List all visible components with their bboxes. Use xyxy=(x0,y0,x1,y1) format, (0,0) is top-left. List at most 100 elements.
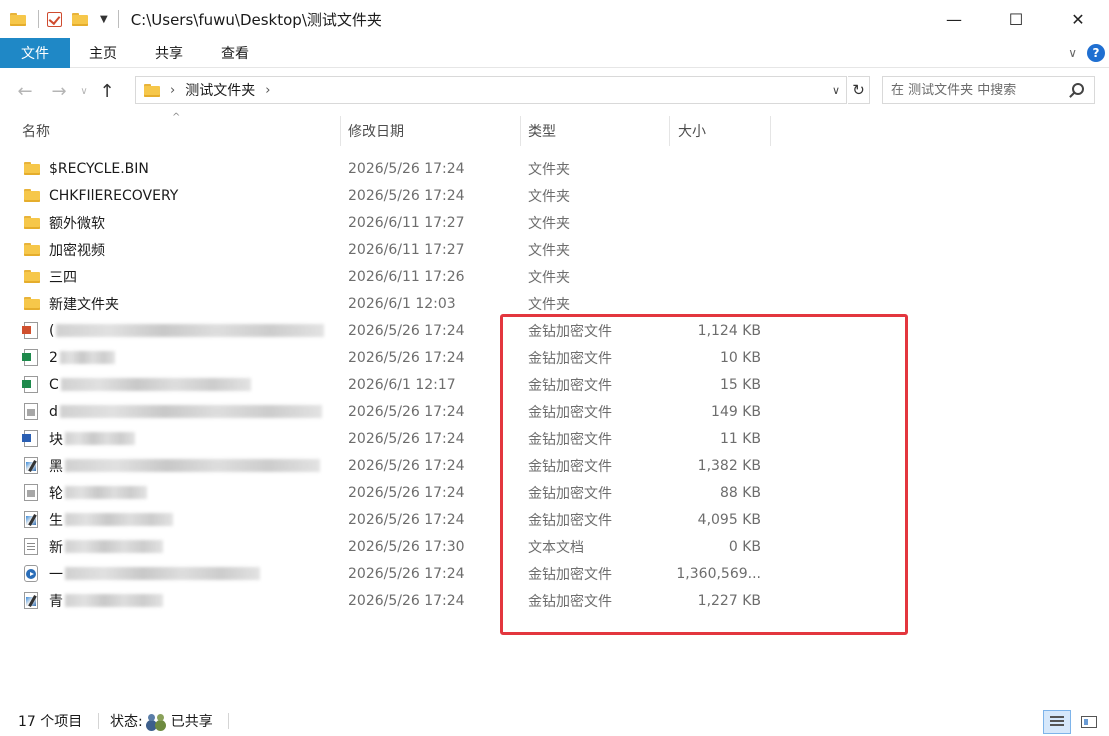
customize-toolbar-dropdown-icon[interactable]: ▼ xyxy=(100,14,108,25)
file-row[interactable]: 生 2026/5/26 17:24 金钻加密文件 4,095 KB xyxy=(0,506,1109,533)
column-header: ^ 名称 修改日期 类型 大小 xyxy=(0,112,1109,148)
file-row[interactable]: $RECYCLE.BIN 2026/5/26 17:24 文件夹 xyxy=(0,155,1109,182)
file-type: 金钻加密文件 xyxy=(528,377,612,394)
expand-ribbon-chevron-icon[interactable]: ∨ xyxy=(1068,46,1077,60)
excel-file-icon xyxy=(22,371,42,398)
file-date: 2026/6/11 17:26 xyxy=(348,268,465,285)
tab-share[interactable]: 共享 xyxy=(136,38,202,68)
file-date: 2026/5/26 17:24 xyxy=(348,457,465,474)
file-type: 金钻加密文件 xyxy=(528,512,612,529)
details-view-button[interactable] xyxy=(1043,710,1071,734)
column-name[interactable]: 名称 xyxy=(14,114,340,148)
maximize-button[interactable]: ☐ xyxy=(985,0,1047,38)
breadcrumb-item[interactable]: 测试文件夹 xyxy=(185,80,255,100)
file-size: 11 KB xyxy=(719,430,761,447)
file-name: $RECYCLE.BIN xyxy=(49,160,149,177)
file-row[interactable]: 额外微软 2026/6/11 17:27 文件夹 xyxy=(0,209,1109,236)
pdf-file-icon xyxy=(24,479,42,506)
properties-check-icon[interactable] xyxy=(47,11,62,27)
search-icon[interactable] xyxy=(1072,83,1084,95)
minimize-button[interactable]: — xyxy=(923,0,985,38)
video-file-icon xyxy=(24,560,42,587)
close-button[interactable]: ✕ xyxy=(1047,0,1109,38)
tab-file[interactable]: 文件 xyxy=(0,37,70,68)
file-date: 2026/5/26 17:24 xyxy=(348,484,465,501)
pdf-file-icon xyxy=(24,398,42,425)
file-name: CHKFIlERECOVERY xyxy=(49,187,179,204)
file-row[interactable]: CHKFIlERECOVERY 2026/5/26 17:24 文件夹 xyxy=(0,182,1109,209)
file-name: 块 xyxy=(49,425,135,452)
file-row[interactable]: ( 2026/5/26 17:24 金钻加密文件 1,124 KB xyxy=(0,317,1109,344)
window-title: C:\Users\fuwu\Desktop\测试文件夹 xyxy=(130,10,382,29)
file-size: 0 KB xyxy=(728,538,761,555)
details-view-icon xyxy=(1050,716,1064,728)
forward-button[interactable]: → xyxy=(42,76,76,106)
file-name: 轮 xyxy=(49,479,147,506)
file-size: 15 KB xyxy=(719,376,761,393)
image-file-icon xyxy=(24,452,42,479)
file-size: 4,095 KB xyxy=(697,511,761,528)
column-divider[interactable] xyxy=(770,116,771,146)
image-file-icon xyxy=(24,587,42,614)
file-row[interactable]: 2 2026/5/26 17:24 金钻加密文件 10 KB xyxy=(0,344,1109,371)
divider xyxy=(38,10,39,28)
file-size xyxy=(640,155,761,182)
folder-icon xyxy=(24,236,42,263)
new-folder-icon[interactable] xyxy=(72,12,88,26)
file-date: 2026/6/11 17:27 xyxy=(348,214,465,231)
text-file-icon xyxy=(24,533,42,560)
file-date: 2026/5/26 17:24 xyxy=(348,511,465,528)
column-size[interactable]: 大小 xyxy=(670,114,770,148)
file-row[interactable]: 黑 2026/5/26 17:24 金钻加密文件 1,382 KB xyxy=(0,452,1109,479)
ribbon-tabs: 文件 主页 共享 查看 ∨ ? xyxy=(0,37,1109,68)
tab-view[interactable]: 查看 xyxy=(202,38,268,68)
file-size xyxy=(640,182,761,209)
breadcrumb-separator-icon[interactable]: › xyxy=(170,83,175,98)
recent-locations-dropdown[interactable]: ∨ xyxy=(76,76,92,106)
address-dropdown-icon[interactable]: ∨ xyxy=(826,77,846,103)
file-row[interactable]: 一 2026/5/26 17:24 金钻加密文件 1,360,569... xyxy=(0,560,1109,587)
address-bar[interactable]: › 测试文件夹 › ∨ xyxy=(135,76,847,104)
file-row[interactable]: 轮 2026/5/26 17:24 金钻加密文件 88 KB xyxy=(0,479,1109,506)
file-type: 金钻加密文件 xyxy=(528,458,612,475)
file-row[interactable]: 加密视频 2026/6/11 17:27 文件夹 xyxy=(0,236,1109,263)
file-date: 2026/5/26 17:24 xyxy=(348,565,465,582)
file-row[interactable]: 新 2026/5/26 17:30 文本文档 0 KB xyxy=(0,533,1109,560)
folder-icon xyxy=(24,182,42,209)
divider xyxy=(228,713,229,729)
file-row[interactable]: d 2026/5/26 17:24 金钻加密文件 149 KB xyxy=(0,398,1109,425)
file-row[interactable]: 青 2026/5/26 17:24 金钻加密文件 1,227 KB xyxy=(0,587,1109,614)
folder-icon[interactable] xyxy=(10,12,26,26)
file-date: 2026/5/26 17:24 xyxy=(348,592,465,609)
help-icon[interactable]: ? xyxy=(1087,44,1105,62)
file-date: 2026/6/1 12:17 xyxy=(348,376,456,393)
ribbon-right: ∨ ? xyxy=(1068,38,1105,68)
excel-file-icon xyxy=(22,344,42,371)
search-input[interactable] xyxy=(891,82,1061,98)
refresh-button[interactable]: ↻ xyxy=(848,76,870,104)
search-box[interactable] xyxy=(882,76,1095,104)
file-name: 加密视频 xyxy=(49,242,105,259)
file-type: 金钻加密文件 xyxy=(528,431,612,448)
file-row[interactable]: 三四 2026/6/11 17:26 文件夹 xyxy=(0,263,1109,290)
file-row[interactable]: 新建文件夹 2026/6/1 12:03 文件夹 xyxy=(0,290,1109,317)
file-type: 文本文档 xyxy=(528,539,584,556)
folder-icon xyxy=(24,263,42,290)
up-button[interactable]: ↑ xyxy=(92,76,122,106)
back-button[interactable]: ← xyxy=(8,76,42,106)
large-icons-view-button[interactable] xyxy=(1075,710,1103,734)
file-row[interactable]: 块 2026/5/26 17:24 金钻加密文件 11 KB xyxy=(0,425,1109,452)
column-type[interactable]: 类型 xyxy=(520,114,670,148)
column-date[interactable]: 修改日期 xyxy=(340,114,520,148)
breadcrumb-separator-icon[interactable]: › xyxy=(265,83,270,98)
folder-icon xyxy=(24,290,42,317)
file-date: 2026/5/26 17:30 xyxy=(348,538,465,555)
image-file-icon xyxy=(24,506,42,533)
file-name: 青 xyxy=(49,587,163,614)
file-name: 生 xyxy=(49,506,173,533)
tab-home[interactable]: 主页 xyxy=(70,38,136,68)
folder-icon xyxy=(144,83,160,97)
file-type: 文件夹 xyxy=(528,269,570,286)
file-type: 文件夹 xyxy=(528,296,570,313)
file-row[interactable]: C 2026/6/1 12:17 金钻加密文件 15 KB xyxy=(0,371,1109,398)
